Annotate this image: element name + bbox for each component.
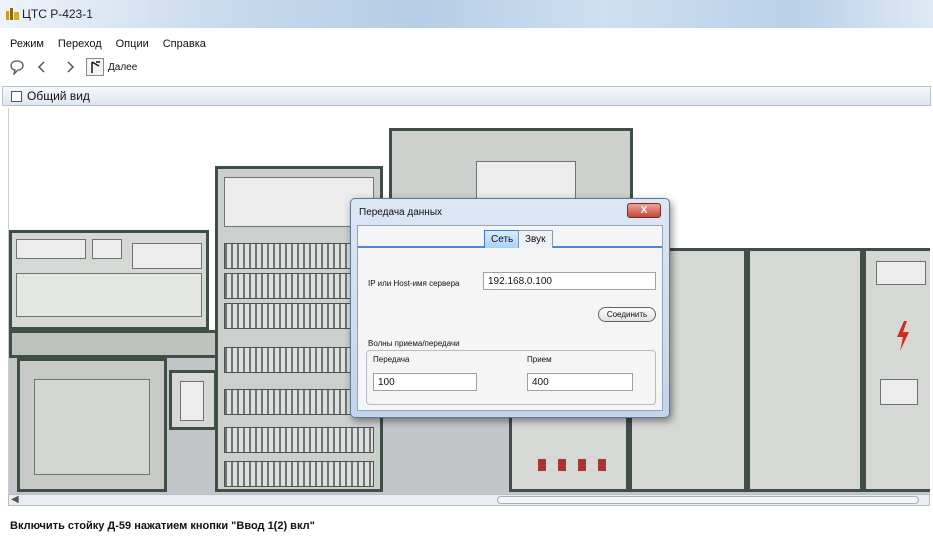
menu-item-help[interactable]: Справка [163,38,206,54]
cabinet-narrow-left[interactable] [169,370,217,430]
close-button[interactable]: X [627,203,661,218]
scroll-left-icon[interactable]: ◀ [11,494,19,505]
connect-button[interactable]: Соединить [598,307,656,322]
window-title: ЦТС Р-423-1 [22,7,93,21]
console-desk-left[interactable] [9,330,219,358]
menu-item-navigate[interactable]: Переход [58,38,102,54]
app-icon [6,8,19,20]
toolbar: Далее [0,56,933,78]
server-address-input[interactable]: 192.168.0.100 [483,272,656,290]
menu-bar: Режим Переход Опции Справка [0,38,206,54]
overview-label: Общий вид [27,89,90,103]
waves-groupbox: Передача 100 Прием 400 [366,350,656,405]
server-address-label: IP или Host-имя сервера [368,279,460,288]
transmit-input[interactable]: 100 [373,373,477,391]
speech-bubble-icon [10,60,24,75]
tab-sound[interactable]: Звук [518,230,553,248]
receive-input[interactable]: 400 [527,373,633,391]
close-icon: X [640,205,648,216]
overview-checkbox[interactable] [11,90,22,102]
menu-item-mode[interactable]: Режим [10,38,44,54]
back-button[interactable] [34,58,52,76]
status-instruction: Включить стойку Д-59 нажатием кнопки "Вв… [10,520,315,532]
chevron-double-left-icon [37,61,45,73]
waves-group-label: Волны приема/передачи [368,339,460,348]
receive-label: Прием [527,355,552,364]
forward-button[interactable] [60,58,78,76]
power-cabinet[interactable] [509,408,629,492]
title-bar[interactable]: ЦТС Р-423-1 [0,0,933,28]
dialog-body: Сеть Звук IP или Host-имя сервера 192.16… [357,225,663,411]
chevron-double-right-icon [67,61,75,73]
cabinet-right-3[interactable] [863,248,930,492]
high-voltage-icon [897,321,909,351]
transmit-label: Передача [373,355,410,364]
data-transfer-dialog: Передача данных X Сеть Звук IP или Host-… [350,198,670,418]
horizontal-scrollbar[interactable]: ◀ [8,494,930,506]
cabinet-right-2[interactable] [747,248,863,492]
scrollbar-thumb[interactable] [497,496,919,504]
menu-item-options[interactable]: Опции [116,38,149,54]
tab-network[interactable]: Сеть [484,230,521,248]
app-window: ЦТС Р-423-1 Режим Переход Опции Справка … [0,0,933,537]
dialog-title: Передача данных [359,207,443,218]
cabinet-lower-left[interactable] [17,358,167,492]
hint-button[interactable] [8,58,26,76]
dialog-tabs: Сеть Звук [358,226,662,248]
next-step-button[interactable] [86,58,104,76]
cursor-icon [91,61,100,73]
next-step-label[interactable]: Далее [108,62,137,73]
console-cabinet-left[interactable] [9,230,209,330]
overview-panel-header: Общий вид [2,86,931,106]
